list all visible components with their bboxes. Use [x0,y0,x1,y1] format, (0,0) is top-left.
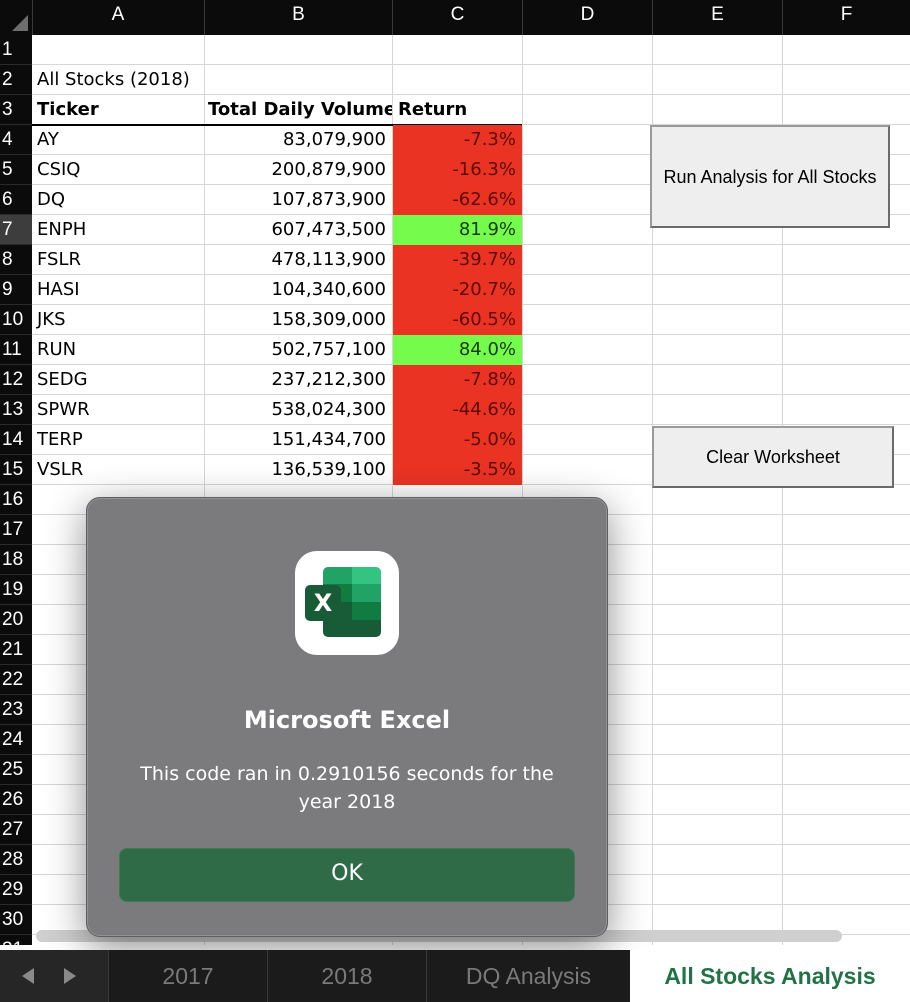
row-header[interactable]: 29 [0,875,32,905]
row-header[interactable]: 25 [0,755,32,785]
row-header[interactable]: 15 [0,455,32,485]
return-cell-negative[interactable]: -60.5% [393,305,522,335]
column-header-a[interactable]: A [32,0,205,35]
row-header[interactable]: 22 [0,665,32,695]
return-cell-negative[interactable]: -20.7% [393,275,522,305]
row-header[interactable]: 20 [0,605,32,635]
row-header[interactable]: 23 [0,695,32,725]
column-header-d[interactable]: D [523,0,653,35]
select-all-triangle-icon [12,15,28,31]
volume-cell[interactable]: 502,757,100 [204,335,392,365]
column-header-e[interactable]: E [653,0,783,35]
ticker-cell[interactable]: SEDG [32,365,204,395]
volume-cell[interactable]: 200,879,900 [204,155,392,185]
return-cell-positive[interactable]: 81.9% [393,215,522,245]
excel-app-icon: X [295,551,399,655]
row-header[interactable]: 1 [0,35,32,65]
ticker-cell[interactable]: RUN [32,335,204,365]
row-header[interactable]: 17 [0,515,32,545]
header-return-cell[interactable]: Return [392,95,522,125]
header-volume-cell[interactable]: Total Daily Volume [204,95,392,125]
volume-cell[interactable]: 83,079,900 [204,125,392,155]
ticker-cell[interactable]: ENPH [32,215,204,245]
dialog-title: Microsoft Excel [243,706,451,734]
header-ticker-cell[interactable]: Ticker [32,95,204,125]
row-header[interactable]: 24 [0,725,32,755]
return-cell-negative[interactable]: -39.7% [393,245,522,275]
tab-dq-analysis[interactable]: DQ Analysis [426,950,630,1002]
row-header[interactable]: 26 [0,785,32,815]
volume-cell[interactable]: 237,212,300 [204,365,392,395]
return-cell-negative[interactable]: -16.3% [393,155,522,185]
clear-worksheet-label: Clear Worksheet [706,447,840,467]
volume-cell[interactable]: 104,340,600 [204,275,392,305]
column-header-c[interactable]: C [393,0,523,35]
tab-2018[interactable]: 2018 [267,950,426,1002]
row-header[interactable]: 18 [0,545,32,575]
tab-navigation [0,950,108,1002]
row-header[interactable]: 6 [0,185,32,215]
column-header-b[interactable]: B [205,0,393,35]
row-header[interactable]: 14 [0,425,32,455]
row-header-selected[interactable]: 7 [0,215,32,245]
row-header[interactable]: 19 [0,575,32,605]
ticker-cell[interactable]: HASI [32,275,204,305]
volume-cell[interactable]: 538,024,300 [204,395,392,425]
run-analysis-button[interactable]: Run Analysis for All Stocks [650,125,890,228]
ticker-cell[interactable]: FSLR [32,245,204,275]
row-header[interactable]: 30 [0,905,32,935]
column-header-f[interactable]: F [783,0,910,35]
run-analysis-label: Run Analysis for All Stocks [663,166,877,187]
volume-cell[interactable]: 158,309,000 [204,305,392,335]
alert-dialog: X Microsoft Excel This code ran in 0.291… [86,497,608,937]
ticker-cell[interactable]: AY [32,125,204,155]
tab-2017[interactable]: 2017 [108,950,267,1002]
row-header[interactable]: 12 [0,365,32,395]
column-header-bar: A B C D E F [0,0,910,35]
next-sheet-icon[interactable] [64,968,76,984]
sheet-title-cell[interactable]: All Stocks (2018) [32,65,392,95]
row-header[interactable]: 21 [0,635,32,665]
ticker-cell[interactable]: VSLR [32,455,204,485]
row-header[interactable]: 28 [0,845,32,875]
row-header[interactable]: 10 [0,305,32,335]
row-header[interactable]: 5 [0,155,32,185]
return-cell-negative[interactable]: -62.6% [393,185,522,215]
ok-button[interactable]: OK [119,848,575,902]
row-header[interactable]: 11 [0,335,32,365]
dialog-message: This code ran in 0.2910156 seconds for t… [140,763,554,813]
return-cell-negative[interactable]: -7.8% [393,365,522,395]
excel-x-icon: X [305,585,341,621]
ticker-cell[interactable]: SPWR [32,395,204,425]
volume-cell[interactable]: 136,539,100 [204,455,392,485]
row-header[interactable]: 27 [0,815,32,845]
tab-all-stocks-analysis[interactable]: All Stocks Analysis [630,950,910,1002]
ticker-cell[interactable]: JKS [32,305,204,335]
ticker-cell[interactable]: TERP [32,425,204,455]
row-header-bar: 1 2 3 4 5 6 7 8 9 10 11 12 13 14 15 16 1… [0,35,32,965]
row-header[interactable]: 2 [0,65,32,95]
return-cell-negative[interactable]: -3.5% [393,455,522,485]
volume-cell[interactable]: 478,113,900 [204,245,392,275]
return-cell-negative[interactable]: -44.6% [393,395,522,425]
row-header[interactable]: 4 [0,125,32,155]
ticker-cell[interactable]: DQ [32,185,204,215]
return-cell-positive[interactable]: 84.0% [393,335,522,365]
return-cell-negative[interactable]: -5.0% [393,425,522,455]
row-header[interactable]: 3 [0,95,32,125]
row-header[interactable]: 8 [0,245,32,275]
volume-cell[interactable]: 107,873,900 [204,185,392,215]
select-all-corner[interactable] [0,0,33,35]
volume-cell[interactable]: 607,473,500 [204,215,392,245]
row-header[interactable]: 13 [0,395,32,425]
previous-sheet-icon[interactable] [22,968,34,984]
clear-worksheet-button[interactable]: Clear Worksheet [652,426,894,488]
return-cell-negative[interactable]: -7.3% [393,125,522,155]
row-header[interactable]: 16 [0,485,32,515]
volume-cell[interactable]: 151,434,700 [204,425,392,455]
ticker-cell[interactable]: CSIQ [32,155,204,185]
row-header[interactable]: 9 [0,275,32,305]
